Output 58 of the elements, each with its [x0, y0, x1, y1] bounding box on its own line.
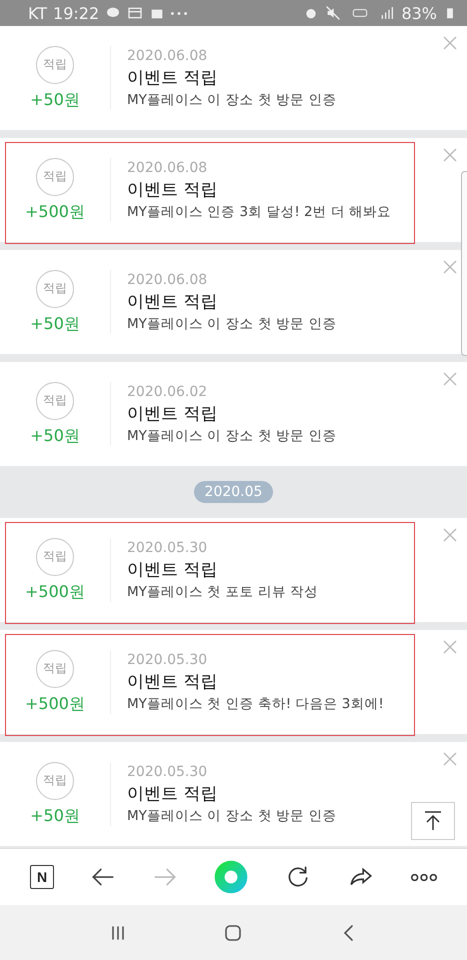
entry-title: 이벤트 적립 — [127, 782, 218, 804]
close-icon[interactable] — [443, 260, 457, 274]
entry-description: MY플레이스 이 장소 첫 방문 인증 — [127, 426, 336, 444]
entry-title: 이벤트 적립 — [127, 402, 218, 424]
signal-icon — [379, 5, 396, 21]
entry-date: 2020.06.08 — [127, 272, 208, 288]
badge-circle: 적립 — [36, 46, 74, 84]
arrow-to-top-icon — [423, 810, 443, 832]
close-icon[interactable] — [443, 148, 457, 162]
badge-circle: 적립 — [36, 158, 74, 196]
close-icon[interactable] — [443, 372, 457, 386]
entry-title: 이벤트 적립 — [127, 670, 218, 692]
entry-date: 2020.06.08 — [127, 160, 208, 176]
battery-level: 83% — [401, 4, 437, 22]
amount: +50원 — [30, 806, 80, 826]
entry-description: MY플레이스 인증 3회 달성! 2번 더 해봐요 — [127, 202, 392, 220]
entry-title: 이벤트 적립 — [127, 290, 218, 312]
more-button[interactable] — [410, 874, 437, 880]
scroll-top-button[interactable] — [411, 802, 455, 840]
mute-icon — [325, 5, 342, 21]
entry-description: MY플레이스 첫 포토 리뷰 작성 — [127, 582, 318, 600]
amount: +50원 — [30, 90, 80, 110]
close-icon[interactable] — [443, 528, 457, 542]
clock: 19:22 — [53, 4, 100, 22]
badge-circle: 적립 — [36, 382, 74, 420]
amount: +500원 — [25, 694, 85, 714]
entry-description: MY플레이스 첫 인증 축하! 다음은 3회에! — [127, 694, 384, 712]
badge-circle: 적립 — [36, 650, 74, 688]
ring-icon — [214, 860, 248, 894]
entry-title: 이벤트 적립 — [127, 178, 218, 200]
scrollbar[interactable] — [461, 171, 467, 356]
more-icon — [410, 874, 437, 880]
badge-circle: 적립 — [36, 270, 74, 308]
amount: +500원 — [25, 202, 85, 222]
amount: +50원 — [30, 426, 80, 446]
close-icon[interactable] — [443, 36, 457, 50]
entry-date: 2020.05.30 — [127, 652, 208, 668]
amount: +50원 — [30, 314, 80, 334]
close-icon[interactable] — [443, 640, 457, 654]
amount: +500원 — [25, 582, 85, 602]
entry-description: MY플레이스 이 장소 첫 방문 인증 — [127, 314, 336, 332]
close-icon[interactable] — [443, 752, 457, 766]
entry-title: 이벤트 적립 — [127, 558, 218, 580]
month-pill: 2020.05 — [194, 481, 274, 503]
carrier: KT — [28, 4, 48, 22]
entry-date: 2020.05.30 — [127, 764, 208, 780]
entry-date: 2020.05.30 — [127, 540, 208, 556]
home-button[interactable]: N — [30, 865, 54, 889]
entry-description: MY플레이스 이 장소 첫 방문 인증 — [127, 90, 336, 108]
entry-title: 이벤트 적립 — [127, 66, 218, 88]
more-icon — [171, 12, 188, 14]
badge-circle: 적립 — [36, 762, 74, 800]
badge-circle: 적립 — [36, 538, 74, 576]
entry-date: 2020.06.02 — [127, 384, 208, 400]
card-icon — [127, 5, 144, 21]
entry-date: 2020.06.08 — [127, 48, 208, 64]
launcher-button[interactable] — [214, 860, 248, 894]
entry-description: MY플레이스 이 장소 첫 방문 인증 — [127, 806, 336, 824]
